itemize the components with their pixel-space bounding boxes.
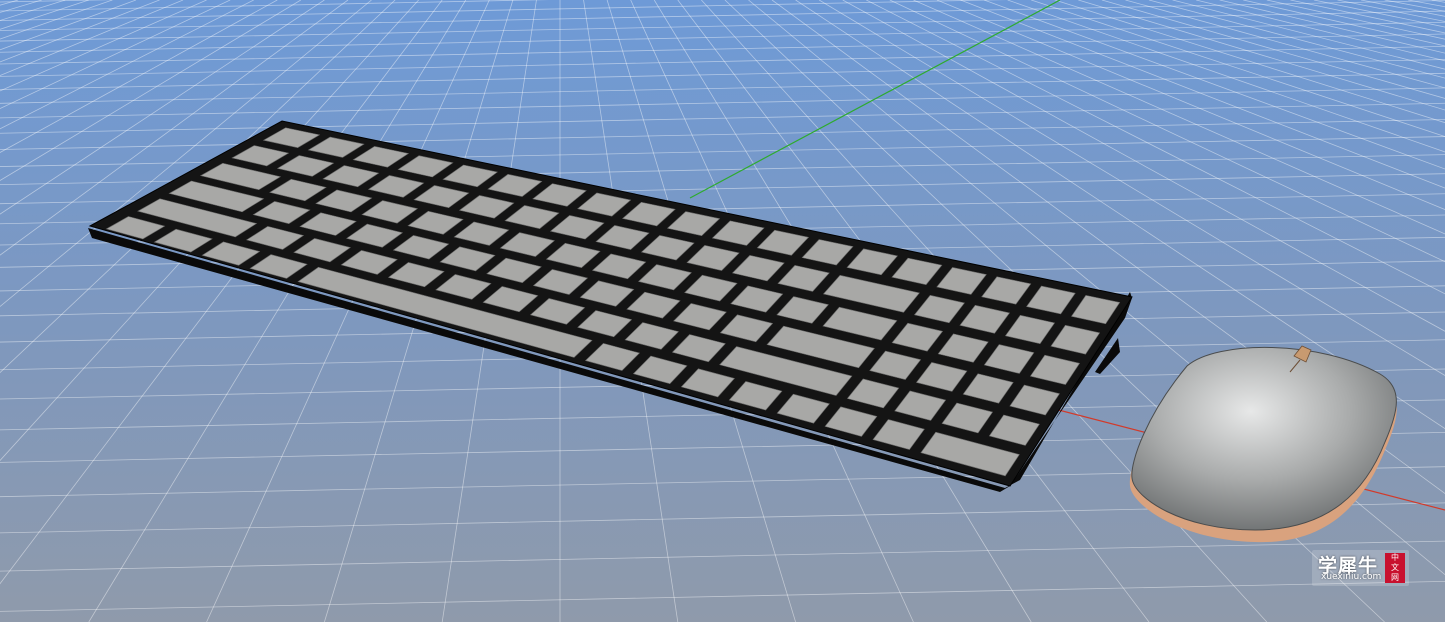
- watermark-site: xuexiniu.com: [1321, 572, 1382, 582]
- watermark-badge-char: 中: [1391, 553, 1399, 562]
- watermark-logo: 学犀牛 xuexiniu.com 中 文 网: [1312, 550, 1409, 586]
- watermark-badge-char: 网: [1391, 573, 1399, 582]
- viewport-scene[interactable]: [0, 0, 1445, 622]
- watermark-badge-char: 文: [1391, 563, 1399, 572]
- watermark-badge: 中 文 网: [1385, 553, 1405, 583]
- 3d-viewport[interactable]: 学犀牛 xuexiniu.com 中 文 网: [0, 0, 1445, 622]
